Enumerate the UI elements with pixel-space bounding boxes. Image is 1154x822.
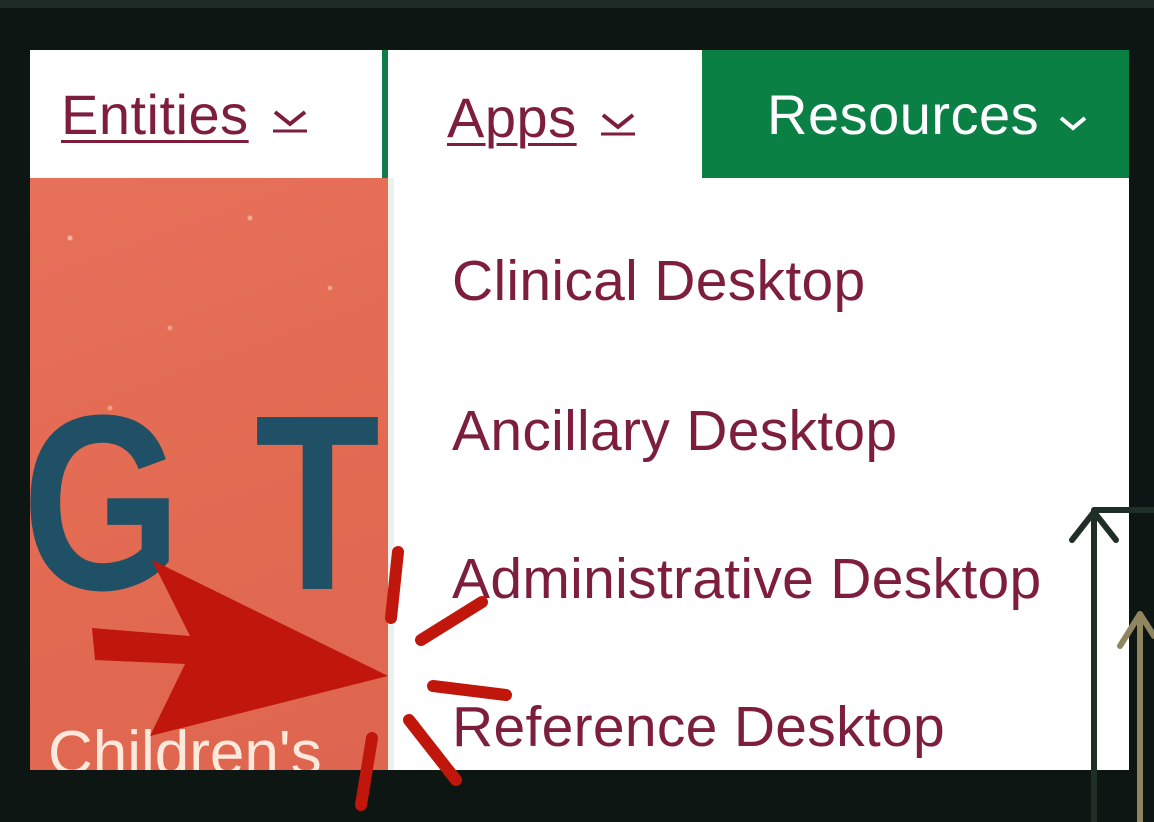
annotation-overlay (92, 507, 1154, 822)
up-arrow-annotation-olive (1117, 611, 1154, 822)
red-arrow-annotation (92, 560, 388, 736)
highlight-burst-annotation (355, 546, 512, 811)
